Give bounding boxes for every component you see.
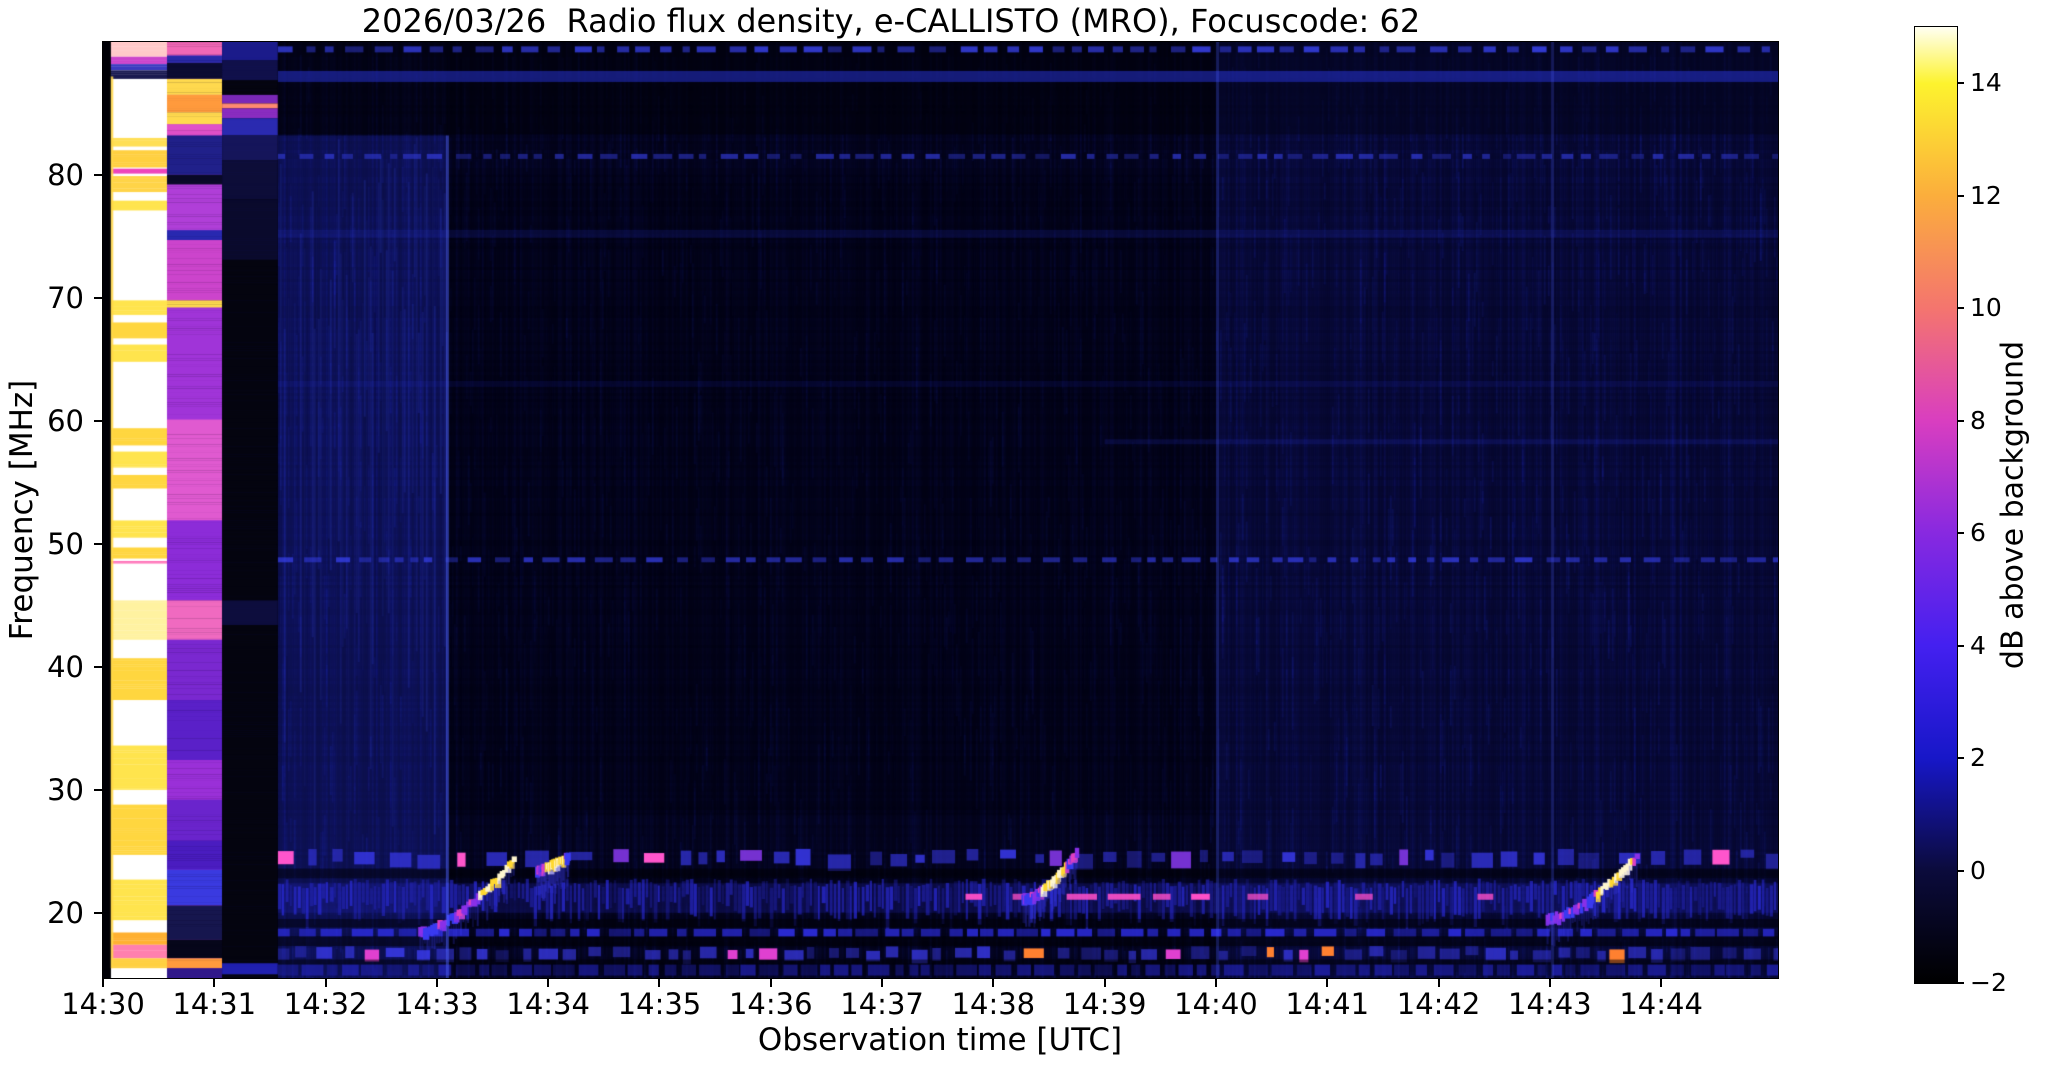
- colorbar-tick-label: 0: [1970, 857, 1986, 885]
- colorbar-label: dB above background: [1996, 341, 2031, 669]
- y-tick-label: 70: [28, 282, 84, 314]
- spectrogram-plot-area: [102, 41, 1779, 979]
- figure-root: 2026/03/26 Radio flux density, e-CALLIST…: [0, 0, 2047, 1067]
- colorbar-tick-label: 12: [1970, 182, 2002, 210]
- y-tick-label: 50: [28, 528, 84, 560]
- x-tick-mark: [881, 979, 883, 987]
- y-tick-mark: [94, 174, 102, 176]
- spectrogram-canvas: [103, 42, 1778, 978]
- x-tick-mark: [1549, 979, 1551, 987]
- x-tick-label: 14:32: [266, 988, 386, 1020]
- colorbar-tick-mark: [1957, 982, 1964, 984]
- colorbar-tick-label: −2: [1970, 969, 2007, 997]
- colorbar-tick-mark: [1957, 307, 1964, 309]
- colorbar-tick-label: 6: [1970, 519, 1986, 547]
- y-tick-label: 60: [28, 405, 84, 437]
- y-tick-label: 80: [28, 159, 84, 191]
- x-tick-label: 14:36: [711, 988, 831, 1020]
- x-tick-label: 14:42: [1379, 988, 1499, 1020]
- y-tick-mark: [94, 912, 102, 914]
- colorbar-tick-mark: [1957, 532, 1964, 534]
- x-tick-label: 14:40: [1156, 988, 1276, 1020]
- y-tick-label: 20: [28, 897, 84, 929]
- x-tick-label: 14:39: [1045, 988, 1165, 1020]
- x-tick-mark: [1215, 979, 1217, 987]
- x-tick-mark: [102, 979, 104, 987]
- x-tick-mark: [658, 979, 660, 987]
- y-tick-mark: [94, 297, 102, 299]
- colorbar-tick-mark: [1957, 870, 1964, 872]
- x-tick-label: 14:30: [43, 988, 163, 1020]
- colorbar-tick-label: 2: [1970, 744, 1986, 772]
- x-tick-mark: [992, 979, 994, 987]
- x-tick-mark: [325, 979, 327, 987]
- x-tick-label: 14:31: [154, 988, 274, 1020]
- x-tick-label: 14:41: [1267, 988, 1387, 1020]
- x-tick-label: 14:43: [1490, 988, 1610, 1020]
- x-tick-mark: [1326, 979, 1328, 987]
- x-tick-mark: [1660, 979, 1662, 987]
- x-tick-mark: [770, 979, 772, 987]
- colorbar-tick-label: 10: [1970, 294, 2002, 322]
- x-tick-mark: [1104, 979, 1106, 987]
- x-tick-mark: [436, 979, 438, 987]
- x-axis-label: Observation time [UTC]: [758, 1022, 1122, 1058]
- x-tick-mark: [547, 979, 549, 987]
- y-tick-mark: [94, 789, 102, 791]
- x-tick-label: 14:33: [377, 988, 497, 1020]
- colorbar-tick-mark: [1957, 195, 1964, 197]
- y-tick-label: 40: [28, 651, 84, 683]
- y-tick-label: 30: [28, 774, 84, 806]
- y-tick-mark: [94, 420, 102, 422]
- x-tick-mark: [1438, 979, 1440, 987]
- y-tick-mark: [94, 543, 102, 545]
- colorbar-tick-label: 14: [1970, 69, 2002, 97]
- colorbar-tick-mark: [1957, 82, 1964, 84]
- x-tick-label: 14:35: [599, 988, 719, 1020]
- colorbar-tick-mark: [1957, 420, 1964, 422]
- x-tick-mark: [213, 979, 215, 987]
- x-tick-label: 14:34: [488, 988, 608, 1020]
- x-tick-label: 14:44: [1601, 988, 1721, 1020]
- colorbar-tick-mark: [1957, 645, 1964, 647]
- x-tick-label: 14:38: [933, 988, 1053, 1020]
- x-tick-label: 14:37: [822, 988, 942, 1020]
- y-tick-mark: [94, 666, 102, 668]
- colorbar-tick-label: 8: [1970, 407, 1986, 435]
- colorbar-tick-label: 4: [1970, 632, 1986, 660]
- colorbar: [1914, 26, 1958, 984]
- colorbar-tick-mark: [1957, 757, 1964, 759]
- chart-title: 2026/03/26 Radio flux density, e-CALLIST…: [362, 2, 1420, 40]
